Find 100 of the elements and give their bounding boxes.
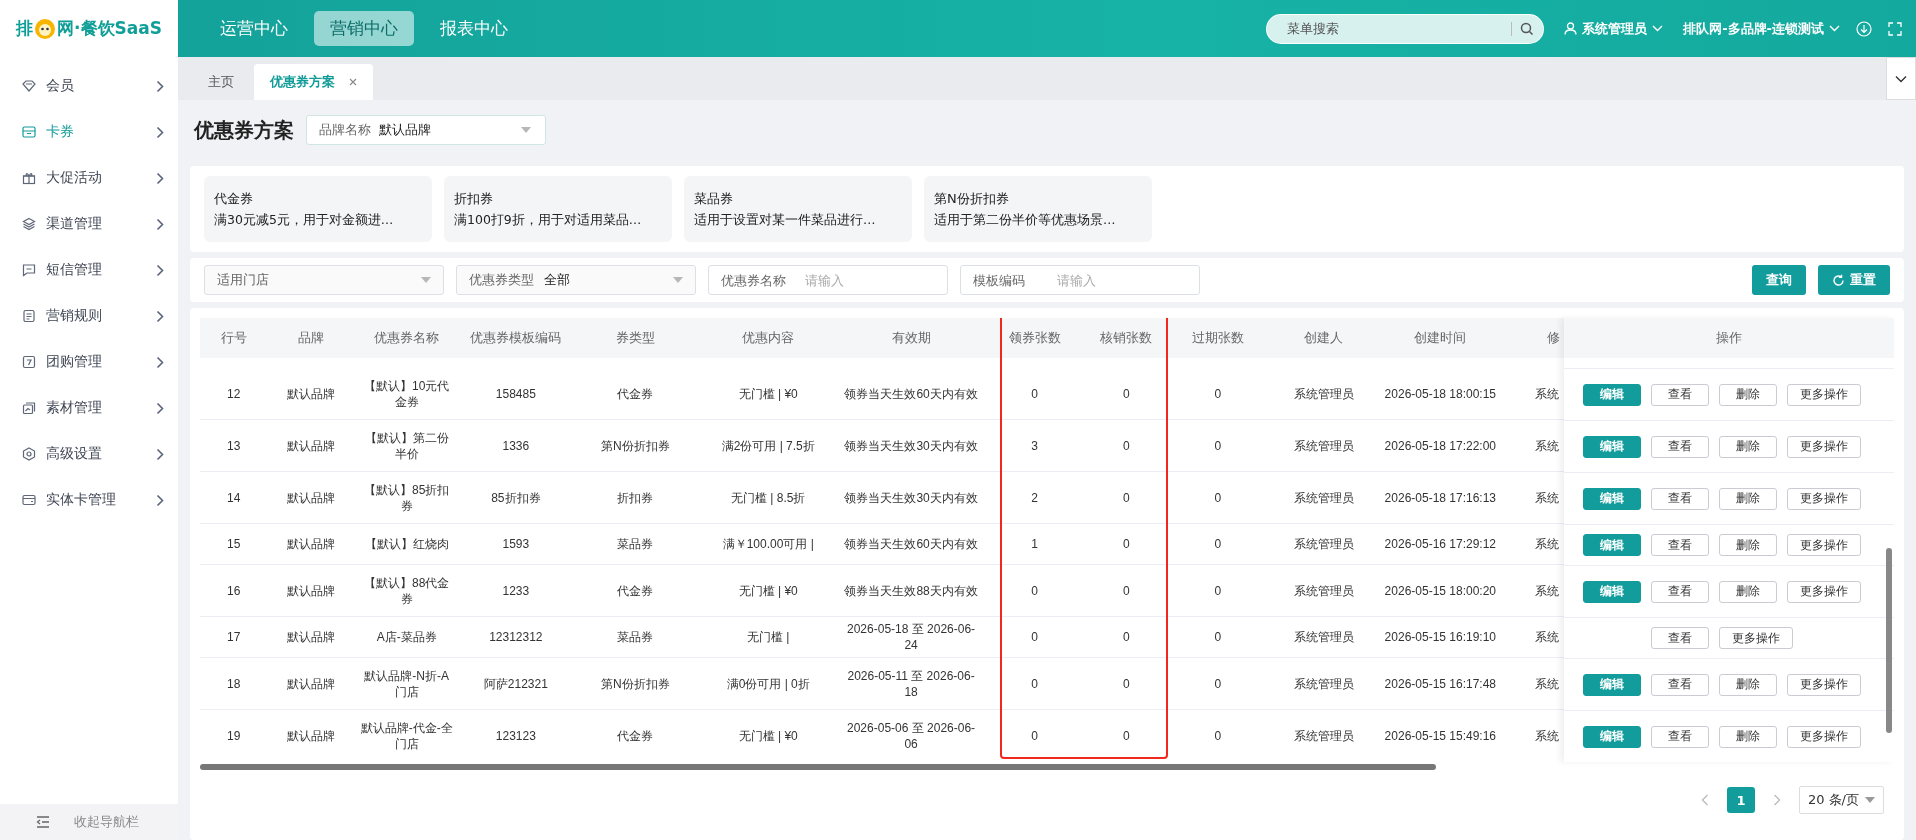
chevron-right-icon — [156, 217, 164, 231]
page-size-select[interactable]: 20 条/页 — [1798, 786, 1884, 814]
sidebar-item[interactable]: 团购管理 — [0, 339, 178, 385]
table-cell: 0 — [1166, 564, 1270, 617]
action-button[interactable]: 删除 — [1719, 534, 1777, 556]
action-button[interactable]: 查看 — [1651, 725, 1709, 748]
table-cell: 无门槛 | 8.5折 — [697, 471, 840, 524]
field-label: 优惠券名称 — [721, 272, 786, 290]
coupon-type-card[interactable]: 第N份折扣券 适用于第二份半价等优惠场景… — [924, 176, 1152, 242]
action-button[interactable]: 更多操作 — [1787, 580, 1861, 603]
filter-select[interactable]: 优惠券类型 全部 — [456, 265, 696, 295]
brand-select[interactable]: 品牌名称 默认品牌 — [306, 115, 546, 145]
table-cell: 折扣券 — [573, 471, 698, 524]
action-button[interactable]: 更多操作 — [1787, 673, 1861, 696]
layers-icon — [22, 217, 36, 231]
sidebar-item[interactable]: 短信管理 — [0, 247, 178, 293]
action-button[interactable]: 删除 — [1719, 487, 1777, 510]
close-icon[interactable] — [349, 78, 357, 86]
table-cell: 158485 — [458, 363, 574, 420]
table-cell: 无门槛 | ¥0 — [697, 363, 840, 420]
action-button[interactable]: 删除 — [1719, 673, 1777, 696]
horizontal-scrollbar[interactable] — [200, 764, 1436, 770]
action-button[interactable]: 查看 — [1651, 627, 1709, 649]
sidebar-item[interactable]: 高级设置 — [0, 431, 178, 477]
table-cell: 领券当天生效30天内有效 — [839, 471, 983, 524]
table-cell: 0 — [1086, 616, 1167, 658]
filter-select[interactable]: 适用门店 — [204, 265, 444, 295]
sidebar-item[interactable]: 营销规则 — [0, 293, 178, 339]
action-button[interactable]: 更多操作 — [1787, 487, 1861, 510]
download-icon[interactable] — [1856, 20, 1872, 37]
search-icon[interactable] — [1511, 21, 1535, 36]
page-tab[interactable]: 主页 — [192, 64, 250, 100]
logo-text: 排 — [16, 17, 34, 40]
coupon-type-card[interactable]: 代金券 满30元减5元，用于对金额进… — [204, 176, 432, 242]
table-cell: 85折扣券 — [458, 471, 574, 524]
table-cell: 默认品牌 — [267, 709, 355, 761]
action-button[interactable]: 更多操作 — [1787, 725, 1861, 748]
action-button[interactable]: 删除 — [1719, 580, 1777, 603]
action-button[interactable]: 查看 — [1651, 580, 1709, 603]
table-cell: 满0份可用 | 0折 — [697, 657, 840, 710]
page-title: 优惠券方案 — [194, 116, 294, 144]
sidebar-item[interactable]: 会员 — [0, 63, 178, 109]
coupon-type-card[interactable]: 菜品券 适用于设置对某一件菜品进行… — [684, 176, 912, 242]
table-cell: 无门槛 | ¥0 — [697, 564, 840, 617]
table-cell: 12 — [200, 363, 268, 420]
action-button[interactable]: 更多操作 — [1787, 383, 1861, 406]
table-cell: 阿萨212321 — [458, 657, 574, 710]
table-cell: 1593 — [458, 523, 574, 565]
chat-icon — [22, 263, 36, 277]
table-cell: 【默认】88代金券 — [354, 564, 459, 617]
sidebar-item[interactable]: 渠道管理 — [0, 201, 178, 247]
vertical-scrollbar[interactable] — [1886, 548, 1892, 733]
action-button[interactable]: 更多操作 — [1787, 534, 1861, 556]
table-cell: 16 — [200, 564, 268, 617]
table-cell: 1233 — [458, 564, 574, 617]
card-description: 满100打9折，用于对适用菜品… — [454, 211, 643, 229]
chevron-right-icon — [156, 401, 164, 415]
table-cell: 系统 — [1502, 471, 1564, 524]
action-button[interactable]: 删除 — [1719, 725, 1777, 748]
chevron-right-icon[interactable] — [1772, 794, 1781, 806]
table-cell: 0 — [1086, 564, 1167, 617]
table-cell: 第N份折扣券 — [573, 419, 698, 472]
action-button[interactable]: 查看 — [1651, 534, 1709, 556]
field-label: 模板编码 — [973, 272, 1025, 290]
action-button[interactable]: 更多操作 — [1787, 435, 1861, 458]
top-nav-tab[interactable]: 营销中心 — [314, 11, 414, 46]
action-button[interactable]: 删除 — [1719, 435, 1777, 458]
fullscreen-icon[interactable] — [1888, 21, 1902, 36]
action-button[interactable]: 查看 — [1651, 383, 1709, 406]
table-cell: 1336 — [458, 419, 574, 472]
mascot-icon — [34, 17, 57, 40]
action-button[interactable]: 查看 — [1651, 435, 1709, 458]
sidebar-item[interactable]: 素材管理 — [0, 385, 178, 431]
card-title: 第N份折扣券 — [934, 189, 1010, 208]
action-button[interactable]: 查看 — [1651, 673, 1709, 696]
chevron-right-icon — [156, 493, 164, 507]
table-cell: 17 — [200, 616, 268, 658]
table-cell: 2026-05-06 至 2026-06-06 — [839, 709, 983, 761]
table-cell: 0 — [1166, 709, 1270, 761]
chevron-right-icon — [156, 263, 164, 277]
card-title: 代金券 — [214, 189, 254, 208]
menu-search-field[interactable]: 菜单搜索 — [1266, 13, 1545, 44]
table-cell: 满￥100.00可用 | — [697, 523, 840, 565]
table-cell: 2026-05-18 18:00:15 — [1377, 363, 1503, 420]
action-button[interactable]: 更多操作 — [1719, 627, 1793, 649]
chevron-left-icon[interactable] — [1700, 794, 1709, 806]
action-button[interactable]: 删除 — [1719, 383, 1777, 406]
sidebar-item[interactable]: 实体卡管理 — [0, 477, 178, 523]
coupon-type-card[interactable]: 折扣券 满100打9折，用于对适用菜品… — [444, 176, 672, 242]
chevron-right-icon — [156, 355, 164, 369]
tab-dropdown-button[interactable] — [1886, 57, 1916, 100]
sidebar-item[interactable]: 大促活动 — [0, 155, 178, 201]
table-cell: 0 — [1166, 419, 1270, 472]
table-cell: 【默认】第二份半价 — [354, 419, 459, 472]
table-cell: 默认品牌 — [267, 657, 355, 710]
table-cell: A店-菜品券 — [354, 616, 459, 658]
sidebar-item[interactable]: 卡券 — [0, 109, 178, 155]
table-cell: 2026-05-18 17:22:00 — [1377, 419, 1503, 472]
action-button[interactable]: 查看 — [1651, 487, 1709, 510]
card-title: 菜品券 — [694, 189, 734, 208]
